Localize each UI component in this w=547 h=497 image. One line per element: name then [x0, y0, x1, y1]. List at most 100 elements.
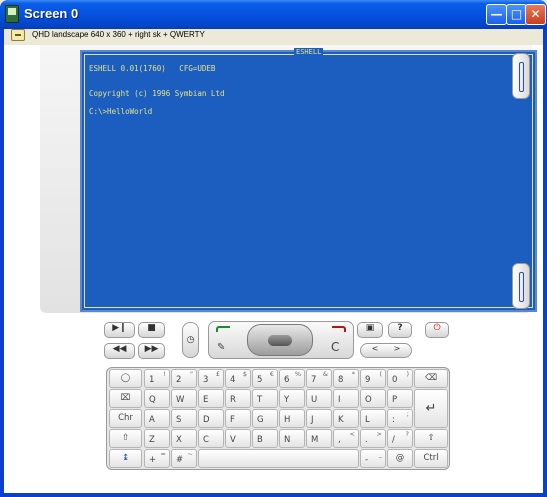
key-q[interactable]: Q	[144, 389, 170, 408]
minimize-button[interactable]: —	[486, 4, 507, 25]
key-label: 2	[176, 375, 182, 385]
key-k[interactable]: K	[333, 409, 359, 428]
key-label: W	[176, 395, 185, 405]
symbol-key[interactable]: ⌧	[109, 389, 142, 408]
key-m[interactable]: M	[306, 429, 332, 448]
key-1[interactable]: 1!	[144, 369, 170, 388]
camera-button[interactable]: ▣	[357, 322, 383, 338]
key-2[interactable]: 2 "	[171, 369, 197, 388]
key-t[interactable]: T	[252, 389, 278, 408]
light-key[interactable]: ◯	[109, 369, 142, 388]
key-l[interactable]: L	[360, 409, 386, 428]
key-label: 7	[311, 375, 317, 385]
maximize-icon: □	[510, 7, 523, 21]
key-label: H	[284, 415, 291, 425]
play-pause-icon: ▶❙	[112, 323, 127, 333]
help-button[interactable]: ?	[388, 322, 412, 338]
power-button[interactable]: ⏻	[425, 322, 449, 338]
key-f[interactable]: F	[225, 409, 251, 428]
key-label: M	[311, 435, 319, 445]
key-w[interactable]: W	[171, 389, 197, 408]
rewind-button[interactable]: ◀◀	[104, 343, 135, 359]
select-key[interactable]	[247, 324, 313, 356]
clock-button[interactable]: ◷	[182, 322, 199, 358]
device-top-panel: ESHELL ESHELL 0.01(1760) CFG=UDEB Copyri…	[40, 45, 537, 313]
call-icon[interactable]	[216, 326, 230, 332]
emulator-screen[interactable]: ESHELL ESHELL 0.01(1760) CFG=UDEB Copyri…	[80, 48, 537, 312]
maximize-button[interactable]: □	[506, 4, 527, 25]
key-plus[interactable]: + =	[144, 449, 170, 468]
key-o[interactable]: O	[360, 389, 386, 408]
key-v[interactable]: V	[225, 429, 251, 448]
key-a[interactable]: A	[144, 409, 170, 428]
key-label: C	[203, 435, 209, 445]
key-alt-label: ~	[187, 450, 193, 458]
chr-key[interactable]: Chr	[109, 409, 142, 428]
clear-key-label[interactable]: C	[331, 340, 339, 354]
key-label: ,	[338, 435, 341, 445]
key-comma[interactable]: , <	[333, 429, 359, 448]
key-alt-label: €	[269, 370, 274, 378]
key-dash[interactable]: - _	[360, 449, 386, 468]
key-8[interactable]: 8 *	[333, 369, 359, 388]
key-3[interactable]: 3 £	[198, 369, 224, 388]
key-i[interactable]: I	[333, 389, 359, 408]
ctrl-key[interactable]: Ctrl	[414, 449, 448, 468]
key-p[interactable]: P	[387, 389, 413, 408]
shift-icon: ⇧	[121, 433, 130, 443]
key-5[interactable]: 5 €	[252, 369, 278, 388]
key-u[interactable]: U	[306, 389, 332, 408]
key-7[interactable]: 7 &	[306, 369, 332, 388]
rewind-icon: ◀◀	[112, 344, 127, 354]
key-c[interactable]: C	[198, 429, 224, 448]
key-z[interactable]: Z	[144, 429, 170, 448]
edit-pencil-icon[interactable]: ✎	[217, 342, 225, 353]
key-4[interactable]: 4 $	[225, 369, 251, 388]
key-g[interactable]: G	[252, 409, 278, 428]
key-n[interactable]: N	[279, 429, 305, 448]
key-label: V	[230, 435, 236, 445]
key-0[interactable]: 0)	[387, 369, 413, 388]
at-key[interactable]: @	[387, 449, 413, 468]
stop-button[interactable]: ■	[138, 322, 165, 338]
key-label: D	[203, 415, 210, 425]
scroll-up-button[interactable]	[512, 53, 530, 99]
terminal-line: Copyright (c) 1996 Symbian Ltd	[89, 89, 225, 98]
key-alt-label: )	[406, 370, 409, 378]
key-y[interactable]: Y	[279, 389, 305, 408]
space-key[interactable]	[198, 449, 359, 468]
key-alt-label: &	[322, 370, 328, 378]
shift-key-right[interactable]: ⇧	[414, 429, 448, 448]
bluetooth-key[interactable]: ↨	[109, 449, 142, 468]
power-icon: ⏻	[433, 323, 441, 333]
zoom-rocker[interactable]: < >	[360, 343, 412, 358]
key-9[interactable]: 9(	[360, 369, 386, 388]
menu-icon[interactable]	[11, 29, 25, 41]
key-period[interactable]: . >	[360, 429, 386, 448]
key-b[interactable]: B	[252, 429, 278, 448]
key-r[interactable]: R	[225, 389, 251, 408]
key-e[interactable]: E	[198, 389, 224, 408]
key-label: T	[257, 395, 263, 405]
backspace-key[interactable]: ⌫	[414, 369, 448, 388]
enter-key[interactable]: ↵	[414, 389, 448, 428]
key-alt-label: =	[160, 450, 166, 458]
key-slash[interactable]: /?	[387, 429, 413, 448]
key-d[interactable]: D	[198, 409, 224, 428]
shift-key-left[interactable]: ⇧	[109, 429, 142, 448]
key-hash[interactable]: # ~	[171, 449, 197, 468]
key-x[interactable]: X	[171, 429, 197, 448]
scroll-down-button[interactable]	[512, 263, 530, 309]
fast-forward-button[interactable]: ▶▶	[138, 343, 165, 359]
key-s[interactable]: S	[171, 409, 197, 428]
key-6[interactable]: 6%	[279, 369, 305, 388]
key-j[interactable]: J	[306, 409, 332, 428]
close-button[interactable]: ✕	[525, 4, 546, 25]
menu-bar: QHD landscape 640 x 360 + right sk + QWE…	[4, 29, 543, 43]
title-bar[interactable]: Screen 0 — □ ✕	[0, 0, 547, 29]
key-h[interactable]: H	[279, 409, 305, 428]
play-pause-button[interactable]: ▶❙	[104, 322, 135, 338]
key-colon[interactable]: :;	[387, 409, 413, 428]
key-label: Z	[149, 435, 155, 445]
end-call-icon[interactable]	[332, 326, 346, 332]
